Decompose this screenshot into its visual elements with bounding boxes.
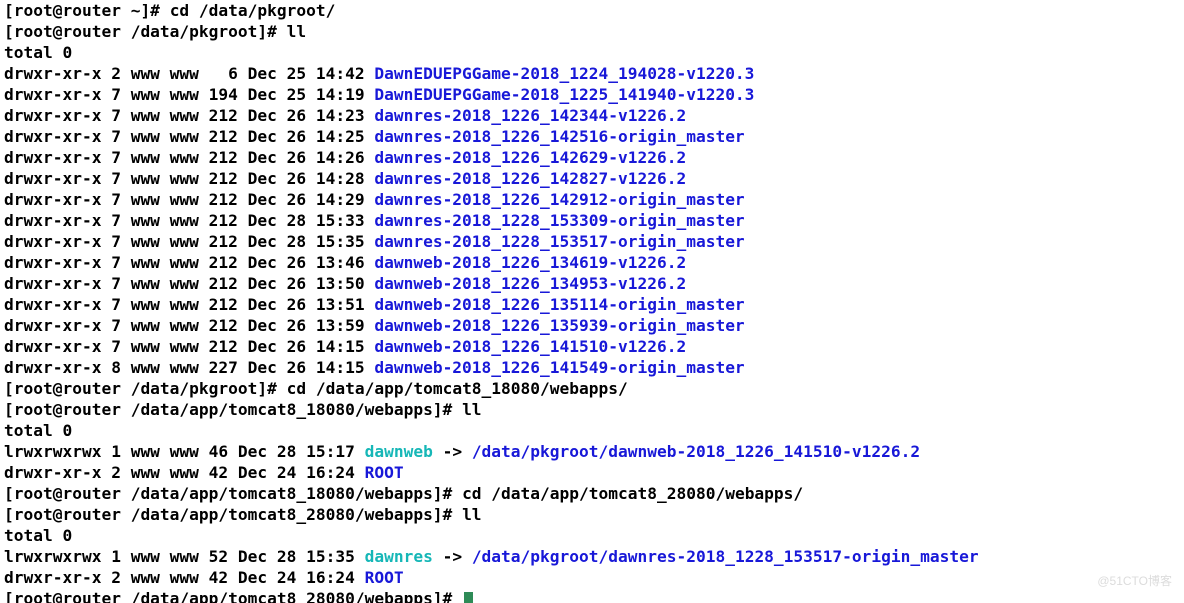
- directory-name: DawnEDUEPGGame-2018_1224_194028-v1220.3: [374, 64, 754, 83]
- file-attrs: lrwxrwxrwx 1 www www 52 Dec 28 15:35: [4, 547, 365, 566]
- file-attrs: lrwxrwxrwx 1 www www 46 Dec 28 15:17: [4, 442, 365, 461]
- shell-command: ll: [462, 400, 482, 419]
- file-attrs: drwxr-xr-x 2 www www 6 Dec 25 14:42: [4, 64, 374, 83]
- file-attrs: drwxr-xr-x 7 www www 212 Dec 26 14:28: [4, 169, 374, 188]
- file-attrs: drwxr-xr-x 7 www www 212 Dec 26 13:50: [4, 274, 374, 293]
- directory-name: dawnres-2018_1226_142344-v1226.2: [374, 106, 686, 125]
- directory-name: dawnres-2018_1228_153309-origin_master: [374, 211, 744, 230]
- terminal-line: [root@router /data/app/tomcat8_18080/web…: [4, 483, 1180, 504]
- terminal-line: drwxr-xr-x 7 www www 194 Dec 25 14:19 Da…: [4, 84, 1180, 105]
- shell-command: ll: [287, 22, 307, 41]
- cursor-icon: [464, 592, 473, 603]
- shell-command: cd /data/pkgroot/: [170, 1, 336, 20]
- terminal-line: drwxr-xr-x 7 www www 212 Dec 26 13:51 da…: [4, 294, 1180, 315]
- terminal-output[interactable]: [root@router ~]# cd /data/pkgroot/[root@…: [0, 0, 1184, 603]
- terminal-line: drwxr-xr-x 2 www www 42 Dec 24 16:24 ROO…: [4, 462, 1180, 483]
- directory-name: dawnweb-2018_1226_141549-origin_master: [374, 358, 744, 377]
- terminal-line: lrwxrwxrwx 1 www www 52 Dec 28 15:35 daw…: [4, 546, 1180, 567]
- output-text: total 0: [4, 526, 72, 545]
- terminal-line: drwxr-xr-x 7 www www 212 Dec 28 15:35 da…: [4, 231, 1180, 252]
- terminal-line: total 0: [4, 420, 1180, 441]
- shell-prompt: [root@router /data/app/tomcat8_18080/web…: [4, 484, 462, 503]
- file-attrs: drwxr-xr-x 7 www www 212 Dec 26 13:46: [4, 253, 374, 272]
- terminal-line: drwxr-xr-x 2 www www 42 Dec 24 16:24 ROO…: [4, 567, 1180, 588]
- shell-prompt: [root@router /data/pkgroot]#: [4, 22, 287, 41]
- terminal-line: drwxr-xr-x 7 www www 212 Dec 26 13:59 da…: [4, 315, 1180, 336]
- file-attrs: drwxr-xr-x 2 www www 42 Dec 24 16:24: [4, 463, 365, 482]
- file-attrs: drwxr-xr-x 7 www www 212 Dec 26 14:26: [4, 148, 374, 167]
- symlink-name: dawnres: [365, 547, 433, 566]
- terminal-line: total 0: [4, 42, 1180, 63]
- directory-name: dawnres-2018_1226_142912-origin_master: [374, 190, 744, 209]
- terminal-line: total 0: [4, 525, 1180, 546]
- file-attrs: drwxr-xr-x 7 www www 212 Dec 28 15:35: [4, 232, 374, 251]
- terminal-line: [root@router /data/app/tomcat8_28080/web…: [4, 504, 1180, 525]
- shell-prompt: [root@router /data/app/tomcat8_28080/web…: [4, 589, 462, 603]
- terminal-line: [root@router ~]# cd /data/pkgroot/: [4, 0, 1180, 21]
- directory-name: dawnres-2018_1226_142827-v1226.2: [374, 169, 686, 188]
- file-attrs: drwxr-xr-x 7 www www 212 Dec 26 14:25: [4, 127, 374, 146]
- terminal-line: drwxr-xr-x 7 www www 212 Dec 28 15:33 da…: [4, 210, 1180, 231]
- file-attrs: drwxr-xr-x 7 www www 212 Dec 26 14:29: [4, 190, 374, 209]
- directory-name: ROOT: [365, 568, 404, 587]
- output-text: total 0: [4, 43, 72, 62]
- directory-name: dawnweb-2018_1226_135939-origin_master: [374, 316, 744, 335]
- terminal-line: drwxr-xr-x 7 www www 212 Dec 26 14:26 da…: [4, 147, 1180, 168]
- file-attrs: drwxr-xr-x 2 www www 42 Dec 24 16:24: [4, 568, 365, 587]
- terminal-line: [root@router /data/app/tomcat8_28080/web…: [4, 588, 1180, 603]
- shell-prompt: [root@router /data/app/tomcat8_28080/web…: [4, 505, 462, 524]
- file-attrs: drwxr-xr-x 8 www www 227 Dec 26 14:15: [4, 358, 374, 377]
- file-attrs: drwxr-xr-x 7 www www 212 Dec 26 14:23: [4, 106, 374, 125]
- shell-prompt: [root@router ~]#: [4, 1, 170, 20]
- file-attrs: drwxr-xr-x 7 www www 212 Dec 26 14:15: [4, 337, 374, 356]
- terminal-line: [root@router /data/pkgroot]# ll: [4, 21, 1180, 42]
- terminal-line: [root@router /data/app/tomcat8_18080/web…: [4, 399, 1180, 420]
- terminal-line: drwxr-xr-x 7 www www 212 Dec 26 14:28 da…: [4, 168, 1180, 189]
- directory-name: dawnres-2018_1226_142629-v1226.2: [374, 148, 686, 167]
- file-attrs: drwxr-xr-x 7 www www 212 Dec 26 13:59: [4, 316, 374, 335]
- symlink-target: /data/pkgroot/dawnres-2018_1228_153517-o…: [472, 547, 979, 566]
- terminal-line: drwxr-xr-x 7 www www 212 Dec 26 14:23 da…: [4, 105, 1180, 126]
- shell-command: ll: [462, 505, 482, 524]
- arrow-icon: ->: [433, 547, 472, 566]
- directory-name: DawnEDUEPGGame-2018_1225_141940-v1220.3: [374, 85, 754, 104]
- directory-name: dawnweb-2018_1226_134619-v1226.2: [374, 253, 686, 272]
- directory-name: dawnres-2018_1226_142516-origin_master: [374, 127, 744, 146]
- shell-prompt: [root@router /data/app/tomcat8_18080/web…: [4, 400, 462, 419]
- shell-prompt: [root@router /data/pkgroot]#: [4, 379, 287, 398]
- terminal-line: [root@router /data/pkgroot]# cd /data/ap…: [4, 378, 1180, 399]
- directory-name: dawnres-2018_1228_153517-origin_master: [374, 232, 744, 251]
- terminal-line: lrwxrwxrwx 1 www www 46 Dec 28 15:17 daw…: [4, 441, 1180, 462]
- symlink-name: dawnweb: [365, 442, 433, 461]
- terminal-line: drwxr-xr-x 7 www www 212 Dec 26 13:46 da…: [4, 252, 1180, 273]
- shell-command: cd /data/app/tomcat8_28080/webapps/: [462, 484, 803, 503]
- file-attrs: drwxr-xr-x 7 www www 194 Dec 25 14:19: [4, 85, 374, 104]
- symlink-target: /data/pkgroot/dawnweb-2018_1226_141510-v…: [472, 442, 920, 461]
- terminal-line: drwxr-xr-x 7 www www 212 Dec 26 13:50 da…: [4, 273, 1180, 294]
- directory-name: dawnweb-2018_1226_135114-origin_master: [374, 295, 744, 314]
- directory-name: dawnweb-2018_1226_141510-v1226.2: [374, 337, 686, 356]
- terminal-line: drwxr-xr-x 7 www www 212 Dec 26 14:29 da…: [4, 189, 1180, 210]
- terminal-line: drwxr-xr-x 2 www www 6 Dec 25 14:42 Dawn…: [4, 63, 1180, 84]
- file-attrs: drwxr-xr-x 7 www www 212 Dec 26 13:51: [4, 295, 374, 314]
- arrow-icon: ->: [433, 442, 472, 461]
- shell-command: cd /data/app/tomcat8_18080/webapps/: [287, 379, 628, 398]
- terminal-line: drwxr-xr-x 8 www www 227 Dec 26 14:15 da…: [4, 357, 1180, 378]
- directory-name: dawnweb-2018_1226_134953-v1226.2: [374, 274, 686, 293]
- terminal-line: drwxr-xr-x 7 www www 212 Dec 26 14:25 da…: [4, 126, 1180, 147]
- output-text: total 0: [4, 421, 72, 440]
- file-attrs: drwxr-xr-x 7 www www 212 Dec 28 15:33: [4, 211, 374, 230]
- terminal-line: drwxr-xr-x 7 www www 212 Dec 26 14:15 da…: [4, 336, 1180, 357]
- directory-name: ROOT: [365, 463, 404, 482]
